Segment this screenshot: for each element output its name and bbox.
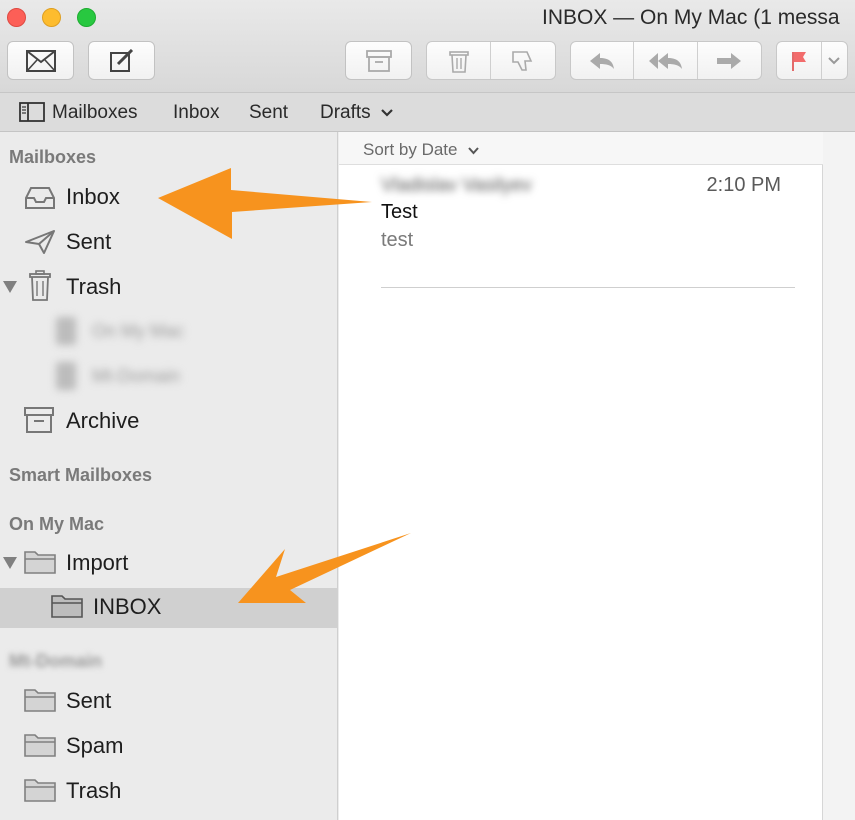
reply-button[interactable] (571, 42, 635, 79)
sidebar-item-archive[interactable]: Archive (0, 402, 338, 442)
junk-button[interactable] (491, 42, 555, 79)
flag-icon (791, 51, 806, 71)
sidebar-toggle-icon[interactable] (19, 102, 45, 122)
close-window-button[interactable] (7, 8, 26, 27)
folder-icon (24, 551, 56, 574)
reply-all-button[interactable] (634, 42, 698, 79)
message-sender: Vladislav Vasilyev (381, 175, 532, 196)
sidebar-item-inbox[interactable]: Inbox (0, 178, 338, 218)
sidebar-item-label: Spam (66, 733, 124, 758)
sidebar-item-sent[interactable]: Sent (0, 223, 338, 263)
flag-group (776, 41, 848, 80)
sort-by-date-button[interactable]: Sort by Date (363, 140, 479, 160)
sidebar-item-account-trash[interactable]: Trash (0, 772, 338, 812)
sidebar: Mailboxes Inbox Sent Trash On My Mac Mt-… (0, 132, 338, 820)
forward-icon (717, 52, 742, 69)
sidebar-item-import-inbox[interactable]: INBOX (0, 588, 338, 628)
delete-button[interactable] (427, 42, 491, 79)
get-mail-button[interactable] (7, 41, 74, 80)
chevron-down-icon (468, 146, 479, 155)
favorites-inbox[interactable]: Inbox (173, 102, 219, 124)
trash-icon (56, 317, 76, 345)
message-viewer-pane (823, 132, 855, 820)
sidebar-item-label: Inbox (66, 184, 120, 209)
minimize-window-button[interactable] (42, 8, 61, 27)
sidebar-item-account-spam[interactable]: Spam (0, 727, 338, 767)
mailboxes-section-header: Mailboxes (9, 147, 97, 167)
message-time: 2:10 PM (706, 174, 781, 196)
envelope-icon (25, 49, 56, 72)
sidebar-item-label: Sent (66, 229, 112, 254)
message-divider (381, 287, 795, 288)
trash-icon (56, 362, 76, 390)
on-my-mac-section-header[interactable]: On My Mac (9, 514, 104, 535)
message-preview: test (381, 229, 414, 251)
compose-button[interactable] (88, 41, 155, 80)
sidebar-item-trash[interactable]: Trash (0, 268, 338, 308)
message-list: Sort by Date Vladislav Vasilyev 2:10 PM … (339, 132, 823, 820)
paper-plane-icon (25, 230, 55, 254)
flag-button[interactable] (777, 42, 822, 79)
sidebar-item-label: Import (66, 550, 129, 575)
folder-icon (51, 595, 83, 618)
trash-icon (448, 50, 469, 73)
title-bar: INBOX — On My Mac (1 messa (0, 0, 855, 93)
trash-icon (29, 270, 51, 301)
favorites-drafts[interactable]: Drafts (320, 102, 393, 124)
disclosure-triangle-icon[interactable] (3, 557, 17, 569)
sidebar-item-label: On My Mac (92, 321, 185, 341)
sort-bar: Sort by Date (339, 132, 823, 165)
folder-icon (24, 689, 56, 712)
reply-all-icon (648, 52, 682, 69)
account-section-header[interactable]: Mt-Domain (9, 651, 102, 672)
archive-button[interactable] (345, 41, 412, 80)
chevron-down-icon (381, 109, 393, 117)
flag-menu-button[interactable] (822, 42, 847, 79)
folder-icon (24, 734, 56, 757)
smart-mailboxes-section-header[interactable]: Smart Mailboxes (9, 465, 152, 486)
sidebar-item-label: Trash (66, 274, 122, 299)
inbox-tray-icon (25, 187, 55, 209)
window-title: INBOX — On My Mac (1 messa (542, 6, 840, 29)
reply-icon (590, 52, 615, 69)
sidebar-item-label: Trash (66, 778, 122, 803)
sidebar-item-label: INBOX (93, 594, 162, 619)
sidebar-item-label: Mt-Domain (92, 366, 181, 386)
reply-group (570, 41, 762, 80)
sidebar-item-import[interactable]: Import (0, 544, 338, 584)
sidebar-item-label: Archive (66, 408, 140, 433)
compose-icon (109, 48, 133, 72)
folder-icon (24, 779, 56, 802)
archive-box-icon (24, 407, 54, 433)
message-subject: Test (381, 201, 418, 223)
sort-label: Sort by Date (363, 140, 458, 159)
chevron-down-icon (828, 56, 841, 64)
favorites-mailboxes[interactable]: Mailboxes (52, 102, 138, 124)
favorites-sent[interactable]: Sent (249, 102, 288, 124)
favorites-bar: Mailboxes Inbox Sent Drafts (0, 93, 855, 132)
sidebar-item-trash-account-1[interactable]: On My Mac (0, 313, 338, 353)
sidebar-item-label: Sent (66, 688, 112, 713)
delete-junk-group (426, 41, 556, 80)
disclosure-triangle-icon[interactable] (3, 281, 17, 293)
junk-icon (512, 50, 533, 71)
favorites-drafts-label: Drafts (320, 102, 371, 123)
message-row[interactable]: Vladislav Vasilyev 2:10 PM Test test (339, 165, 823, 290)
sidebar-item-trash-account-2[interactable]: Mt-Domain (0, 358, 338, 398)
zoom-window-button[interactable] (77, 8, 96, 27)
sidebar-item-account-sent[interactable]: Sent (0, 682, 338, 722)
forward-button[interactable] (698, 42, 761, 79)
archive-icon (365, 49, 392, 72)
